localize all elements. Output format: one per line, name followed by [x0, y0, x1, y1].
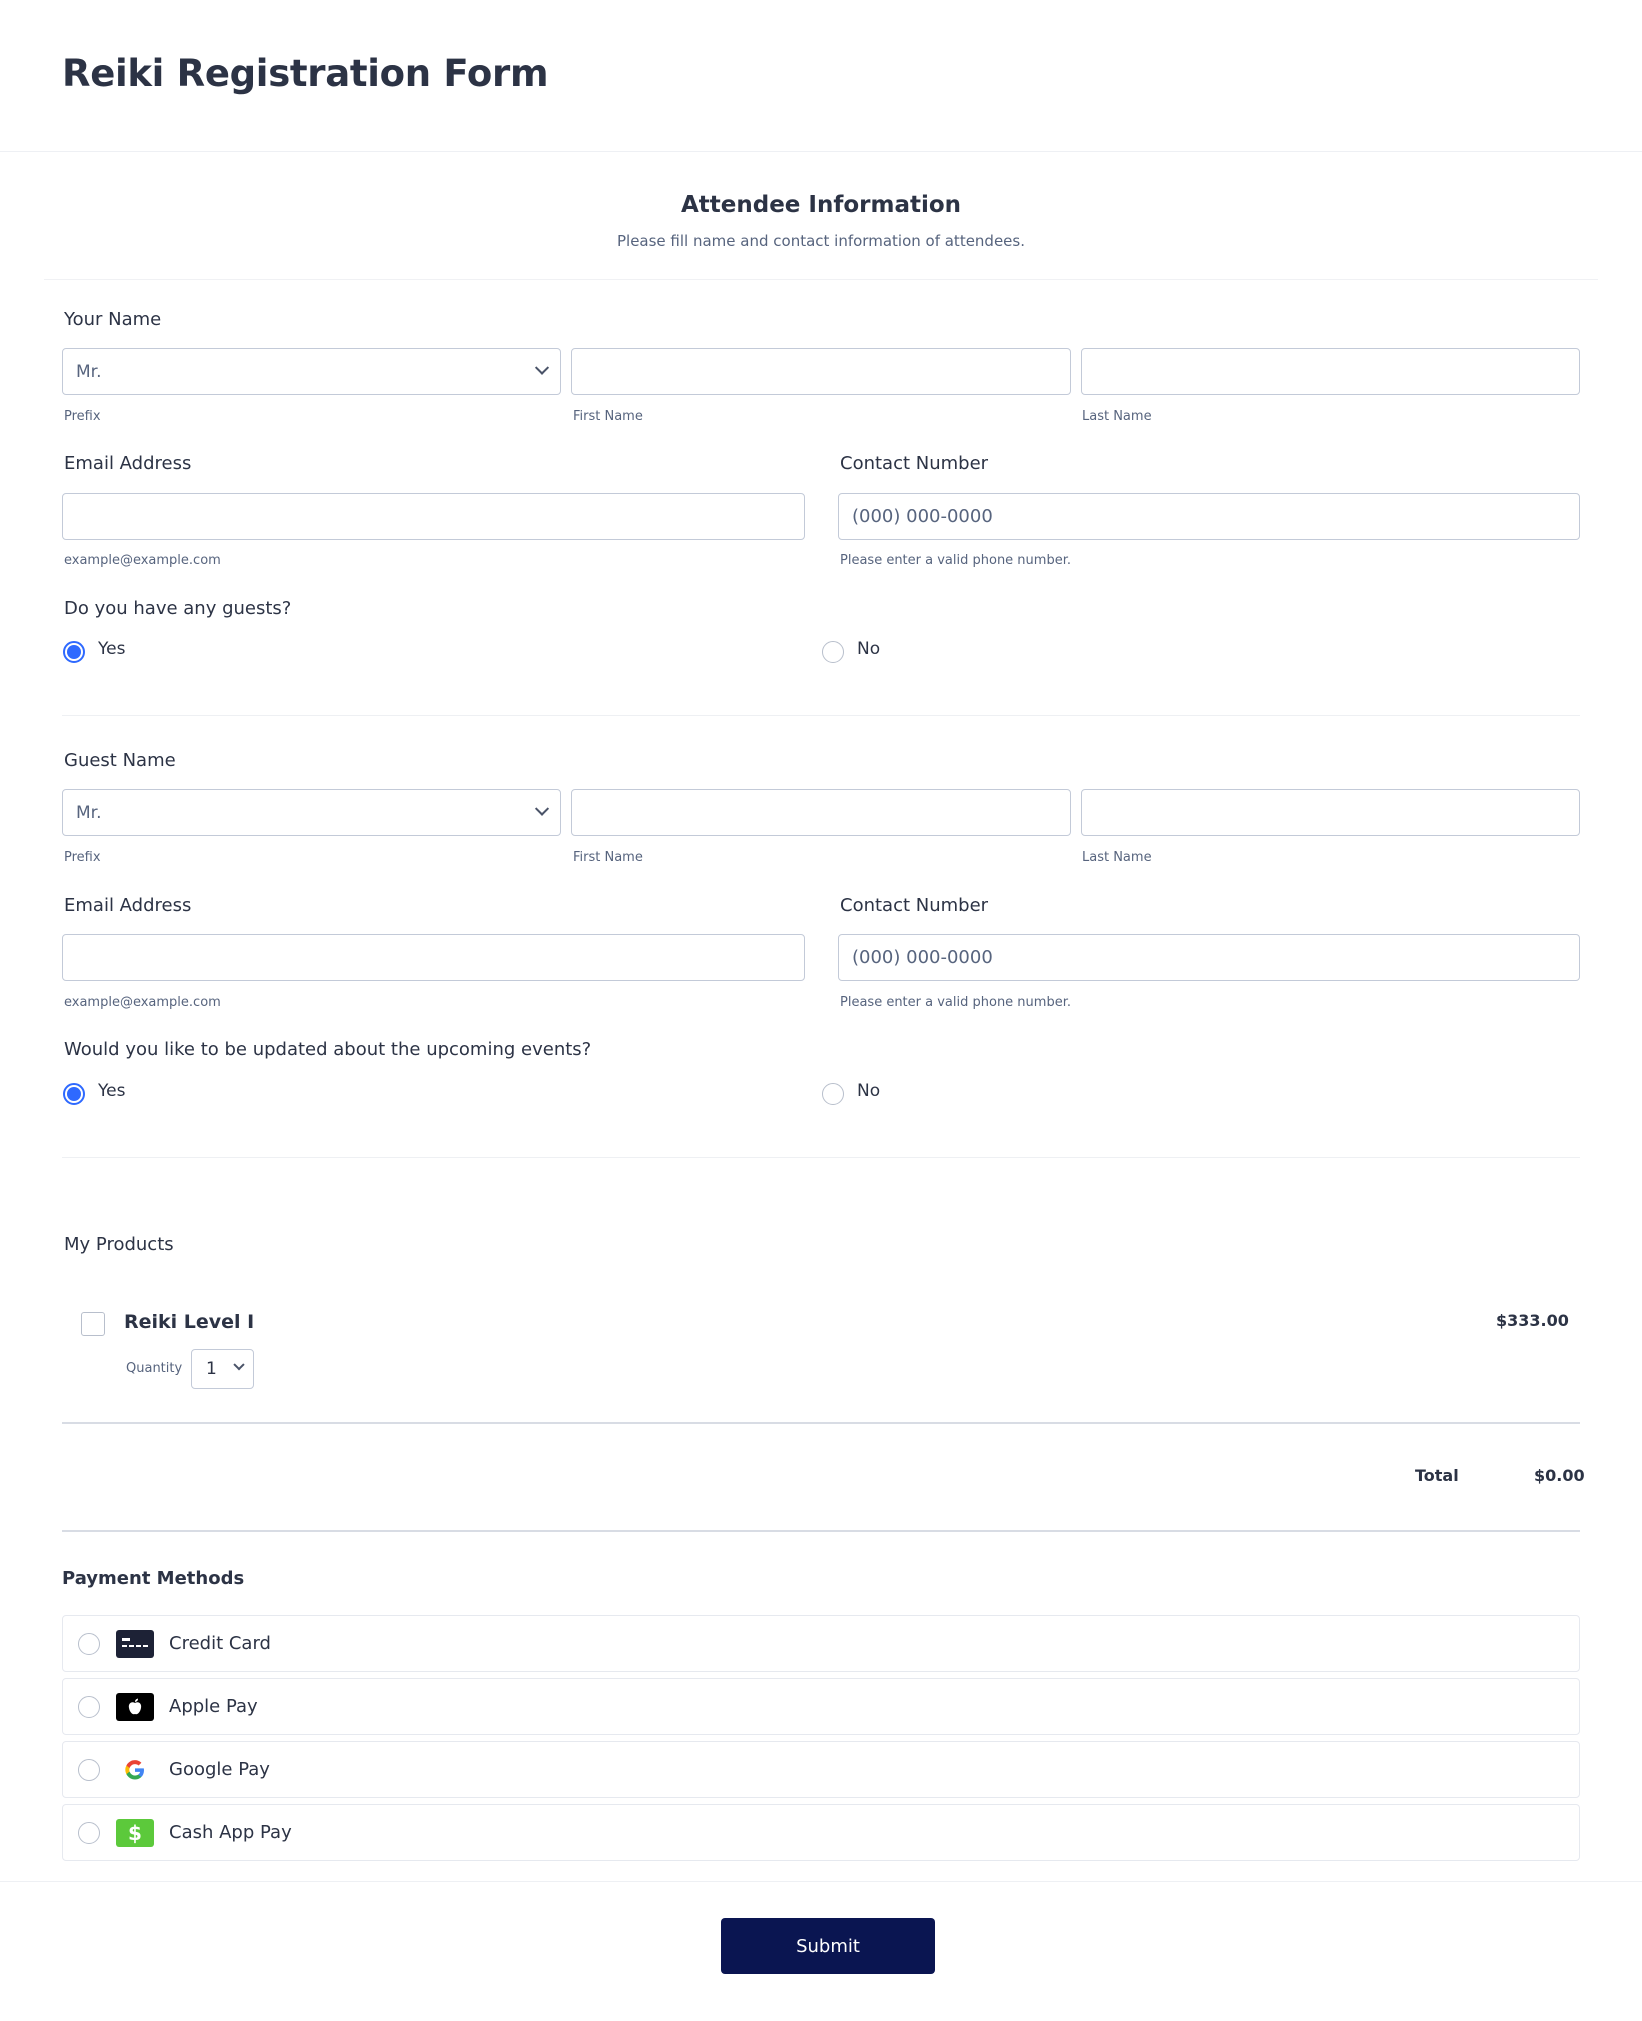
first-name-sublabel: First Name: [573, 850, 643, 865]
updates-no-label[interactable]: No: [857, 1081, 880, 1101]
your-phone-label: Contact Number: [840, 453, 989, 474]
total-divider: [62, 1530, 1580, 1532]
your-name-prefix-select[interactable]: Mr.: [62, 348, 561, 395]
submit-button[interactable]: Submit: [721, 1918, 935, 1974]
guest-phone-input[interactable]: (000) 000-0000: [838, 934, 1580, 981]
payment-radio[interactable]: [78, 1758, 100, 1781]
product-price: $333.00: [1496, 1311, 1569, 1330]
products-label: My Products: [64, 1234, 174, 1255]
payment-methods-label: Payment Methods: [62, 1568, 245, 1589]
total-label: Total: [1415, 1466, 1459, 1485]
chevron-down-icon: [534, 360, 550, 375]
quantity-value: 1: [206, 1359, 217, 1379]
updates-yes-radio[interactable]: [63, 1083, 85, 1105]
your-phone-input[interactable]: (000) 000-0000: [838, 493, 1580, 540]
payment-label: Apple Pay: [169, 1696, 258, 1717]
your-email-sublabel: example@example.com: [64, 553, 221, 568]
google-icon: [116, 1756, 154, 1784]
chevron-down-icon: [534, 801, 550, 816]
chevron-down-icon: [233, 1359, 245, 1371]
your-email-input[interactable]: [62, 493, 805, 540]
updates-yes-label[interactable]: Yes: [98, 1081, 125, 1101]
your-first-name-input[interactable]: [571, 348, 1071, 395]
guests-yes-radio[interactable]: [63, 641, 85, 663]
last-name-sublabel: Last Name: [1082, 409, 1152, 424]
guests-no-label[interactable]: No: [857, 639, 880, 659]
payment-option-credit-card[interactable]: Credit Card: [62, 1615, 1580, 1672]
guest-first-name-input[interactable]: [571, 789, 1071, 836]
your-phone-sublabel: Please enter a valid phone number.: [840, 553, 1071, 568]
product-name: Reiki Level I: [124, 1311, 255, 1333]
attendee-section-header: Attendee Information Please fill name an…: [44, 152, 1598, 280]
payment-radio[interactable]: [78, 1695, 100, 1718]
section-title: Attendee Information: [680, 192, 962, 218]
payment-option-apple-pay[interactable]: Apple Pay: [62, 1678, 1580, 1735]
your-last-name-input[interactable]: [1081, 348, 1580, 395]
updates-question: Would you like to be updated about the u…: [64, 1039, 592, 1060]
section-divider: [62, 1157, 1580, 1158]
prefix-value: Mr.: [76, 361, 102, 382]
guest-email-label: Email Address: [64, 895, 192, 916]
updates-no-radio[interactable]: [822, 1083, 844, 1105]
guest-email-sublabel: example@example.com: [64, 995, 221, 1010]
section-subtitle: Please fill name and contact information…: [616, 232, 1025, 250]
payment-radio[interactable]: [78, 1821, 100, 1844]
product-checkbox[interactable]: [81, 1312, 105, 1336]
prefix-sublabel: Prefix: [64, 409, 101, 424]
guest-phone-sublabel: Please enter a valid phone number.: [840, 995, 1071, 1010]
phone-placeholder: (000) 000-0000: [852, 947, 993, 968]
prefix-value: Mr.: [76, 802, 102, 823]
guest-phone-label: Contact Number: [840, 895, 989, 916]
guests-yes-label[interactable]: Yes: [98, 639, 125, 659]
payment-label: Cash App Pay: [169, 1822, 292, 1843]
total-value: $0.00: [1534, 1466, 1585, 1485]
payment-label: Google Pay: [169, 1759, 270, 1780]
form-header: Reiki Registration Form: [0, 0, 1642, 152]
first-name-sublabel: First Name: [573, 409, 643, 424]
payment-label: Credit Card: [169, 1633, 271, 1654]
payment-option-cash-app[interactable]: $ Cash App Pay: [62, 1804, 1580, 1861]
guest-name-label: Guest Name: [64, 750, 176, 771]
guest-name-prefix-select[interactable]: Mr.: [62, 789, 561, 836]
section-divider: [62, 715, 1580, 716]
quantity-label: Quantity: [126, 1361, 183, 1376]
apple-icon: [116, 1692, 154, 1721]
cash-app-icon: $: [116, 1818, 154, 1847]
credit-card-icon: [116, 1629, 154, 1658]
guest-email-input[interactable]: [62, 934, 805, 981]
prefix-sublabel: Prefix: [64, 850, 101, 865]
phone-placeholder: (000) 000-0000: [852, 506, 993, 527]
guests-question: Do you have any guests?: [64, 598, 292, 619]
guests-no-radio[interactable]: [822, 641, 844, 663]
payment-radio[interactable]: [78, 1632, 100, 1655]
last-name-sublabel: Last Name: [1082, 850, 1152, 865]
guest-last-name-input[interactable]: [1081, 789, 1580, 836]
products-divider: [62, 1422, 1580, 1424]
your-email-label: Email Address: [64, 453, 192, 474]
payment-option-google-pay[interactable]: Google Pay: [62, 1741, 1580, 1798]
form-title: Reiki Registration Form: [62, 52, 549, 95]
your-name-label: Your Name: [64, 309, 162, 330]
quantity-select[interactable]: 1: [191, 1349, 254, 1389]
